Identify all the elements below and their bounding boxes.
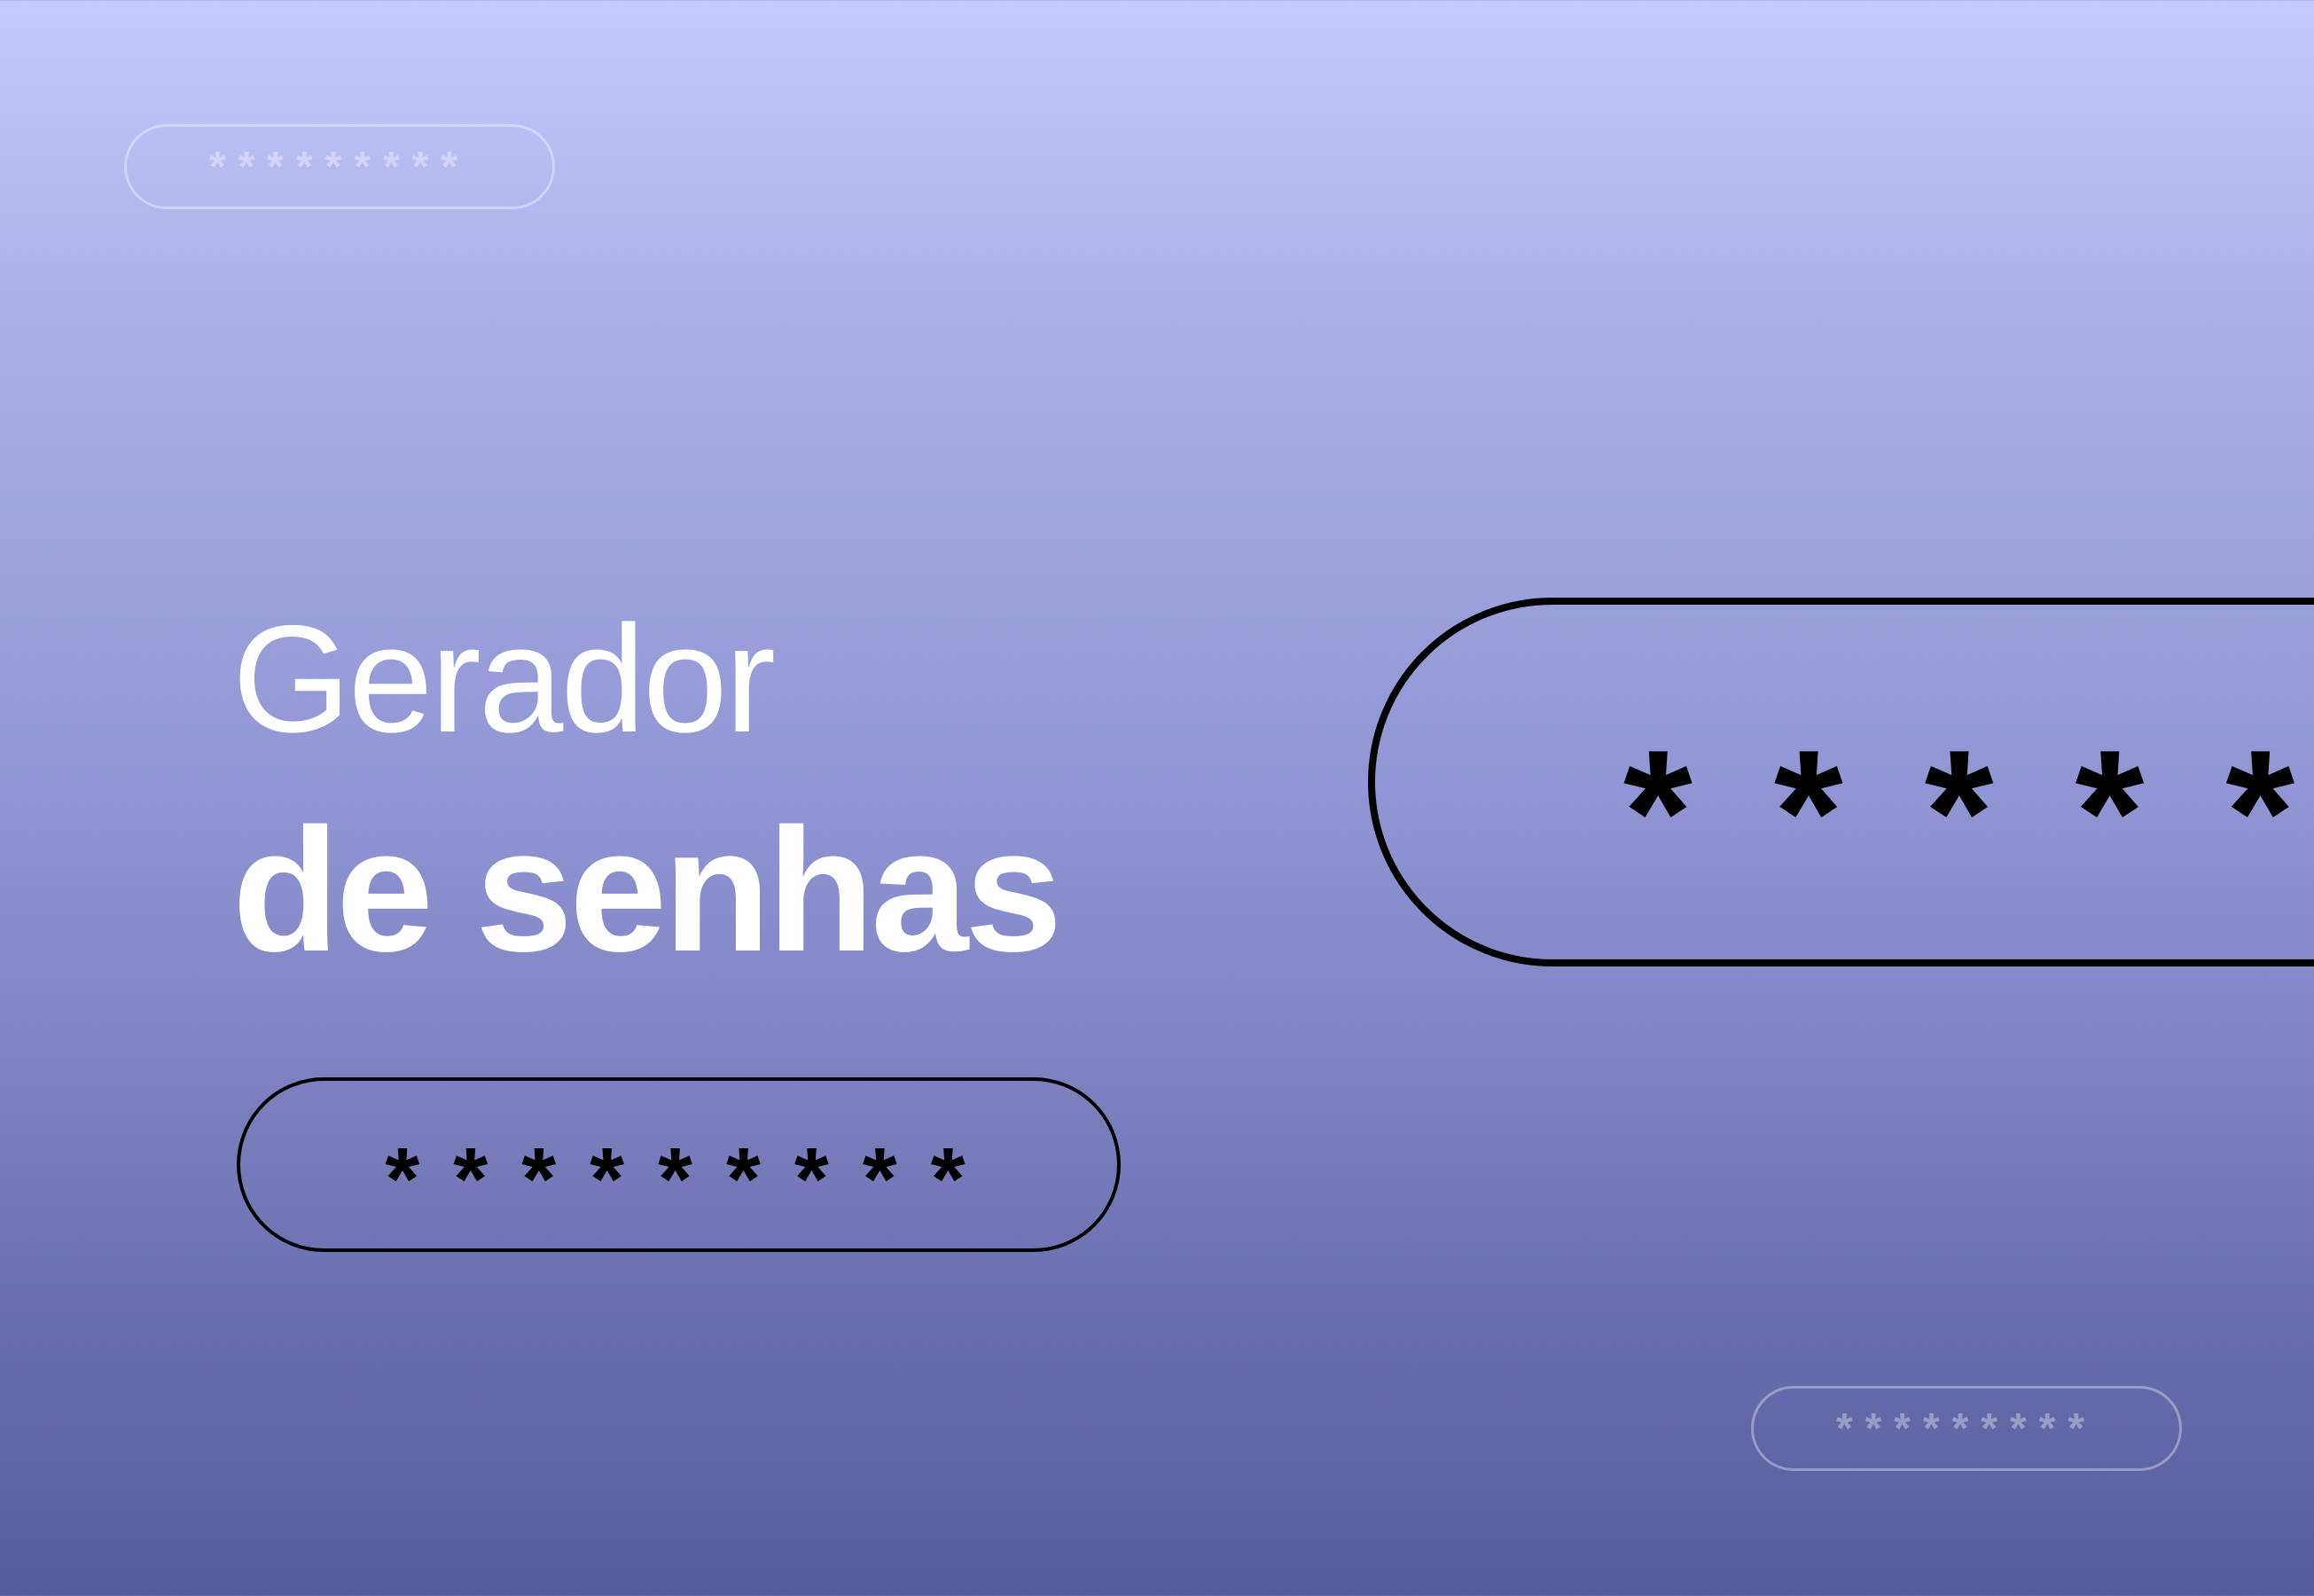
password-mask-text: *********	[385, 1130, 999, 1229]
password-field[interactable]: *********	[237, 1077, 1121, 1252]
password-mask-text: *****	[1623, 714, 2314, 911]
title-line-2: de senhas	[232, 792, 1062, 988]
title-line-1: Gerador	[232, 594, 776, 764]
large-password-field: *****	[1368, 598, 2314, 966]
decorative-password-pill-bottom: *********	[1751, 1386, 2182, 1471]
password-mask-text: *********	[208, 143, 471, 191]
decorative-password-pill-top: *********	[124, 124, 555, 209]
password-mask-text: *********	[1835, 1404, 2098, 1452]
